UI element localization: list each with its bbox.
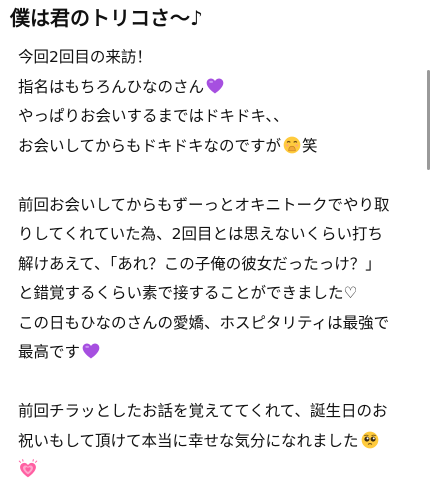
body-line: 今回2回目の来訪！ xyxy=(18,48,152,66)
body-line: 前回お会いしてからもずーっとオキニトークでやり取 xyxy=(18,195,390,214)
purple-heart-icon xyxy=(82,343,100,359)
body-line: 前回チラッとしたお話を覚えててくれて、誕生日のお xyxy=(18,402,388,420)
body-line: りしてくれていた為、2回目とは思えないくらい打ち xyxy=(18,225,383,243)
body-line: この日もひなのさんの愛嬌、ホスピタリティは最強で xyxy=(18,313,390,332)
purple-heart-icon xyxy=(206,78,224,93)
hand-over-mouth-face-icon xyxy=(283,136,301,153)
scrollbar-thumb[interactable] xyxy=(427,70,430,170)
body-line xyxy=(18,456,424,486)
body-line: 祝いもして頂けて本当に幸せな気分になれました xyxy=(18,427,424,457)
pleading-face-icon xyxy=(361,431,378,448)
body-line: と錯覚するくらい素で接することができました♡ xyxy=(18,284,358,302)
post-title: 僕は君のトリコさ〜♪ xyxy=(10,6,203,30)
body-line: 解けあえて、「あれ？この子俺の彼女だったっけ？」 xyxy=(18,254,381,273)
body-line: 指名はもちろんひなのさん xyxy=(18,73,424,103)
body-line: お会いしてからもドキドキなのですが笑 xyxy=(18,136,318,155)
body-line: 最高です xyxy=(18,338,424,368)
body-line: やっぱりお会いするまではドキドキ、、 xyxy=(18,107,289,125)
post-body: 今回2回目の来訪！ 指名はもちろんひなのさん やっぱりお会いするまではドキドキ、… xyxy=(18,43,424,486)
growing-heart-icon xyxy=(18,459,38,478)
